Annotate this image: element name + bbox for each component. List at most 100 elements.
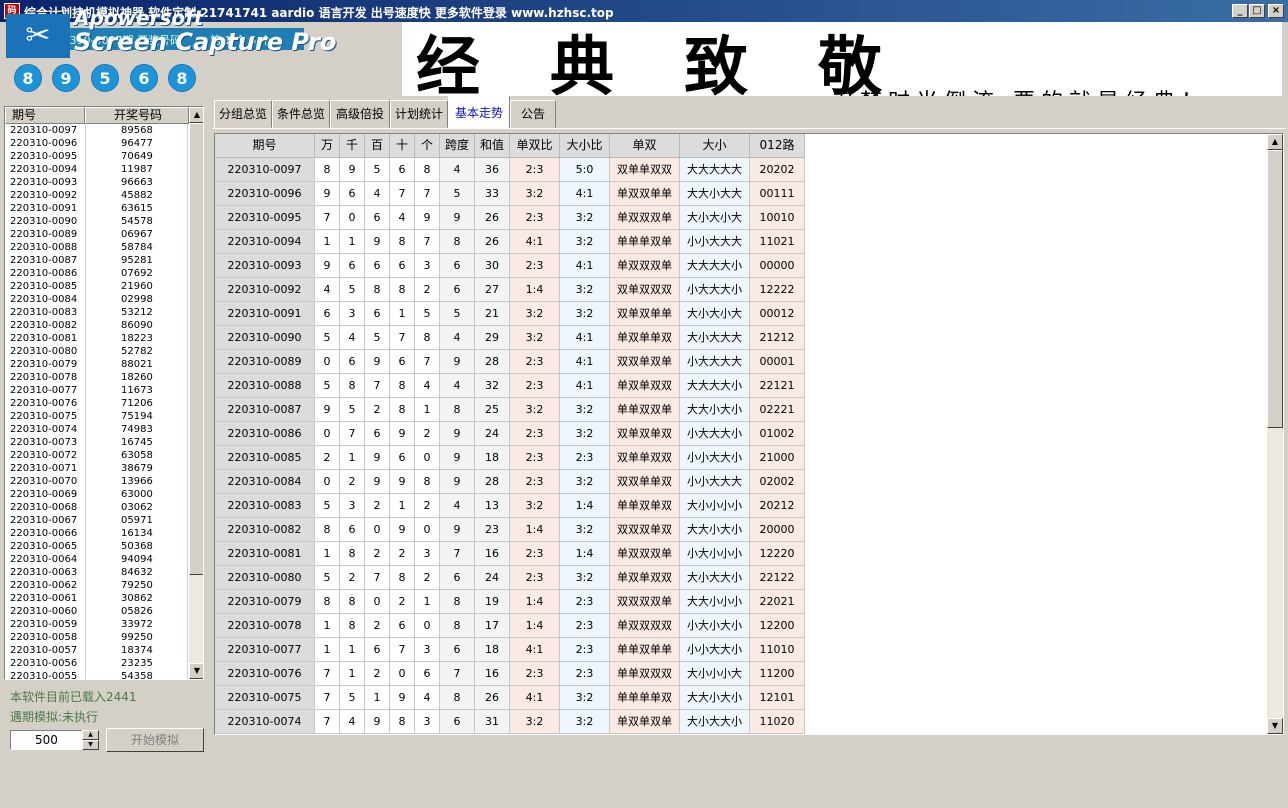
list-item[interactable]: 220310-0060 05826 xyxy=(5,605,189,618)
list-item[interactable]: 220310-0058 99250 xyxy=(5,631,189,644)
scroll-thumb[interactable] xyxy=(189,123,203,575)
column-header-shi[interactable]: 十 xyxy=(390,134,415,158)
list-item[interactable]: 220310-0071 38679 xyxy=(5,462,189,475)
column-header-period[interactable]: 期号 xyxy=(5,107,85,124)
list-item[interactable]: 220310-0061 30862 xyxy=(5,592,189,605)
list-item[interactable]: 220310-0088 58784 xyxy=(5,241,189,254)
list-item[interactable]: 220310-0064 94094 xyxy=(5,553,189,566)
table-row[interactable]: 220310-0090 5 4 5 7 8 4 29 3:2 4:1 单双单单双 大小大大大 21212 xyxy=(215,326,1267,350)
column-header-odd-even[interactable]: 单双 xyxy=(610,134,680,158)
tab-plan-stats[interactable]: 计划统计 xyxy=(390,100,448,128)
table-row[interactable]: 220310-0097 8 9 5 6 8 4 36 2:3 5:0 双单单双双 大大大大大 20202 xyxy=(215,158,1267,182)
table-row[interactable]: 220310-0089 0 6 9 6 7 9 28 2:3 4:1 双双单双单 小大大大大 00001 xyxy=(215,350,1267,374)
list-item[interactable]: 220310-0072 63058 xyxy=(5,449,189,462)
column-header-bai[interactable]: 百 xyxy=(365,134,390,158)
table-row[interactable]: 220310-0084 0 2 9 9 8 9 28 2:3 3:2 双双单单双 小小大大大 02002 xyxy=(215,470,1267,494)
list-item[interactable]: 220310-0096 96477 xyxy=(5,137,189,150)
column-header-span[interactable]: 跨度 xyxy=(440,134,475,158)
minimize-button[interactable]: _ xyxy=(1232,4,1248,18)
table-row[interactable]: 220310-0082 8 6 0 9 0 9 23 1:4 3:2 双双双单双 大大小大小 20000 xyxy=(215,518,1267,542)
table-row[interactable]: 220310-0086 0 7 6 9 2 9 24 2:3 3:2 双单双单双 小大大大小 01002 xyxy=(215,422,1267,446)
column-header-sum[interactable]: 和值 xyxy=(475,134,510,158)
list-item[interactable]: 220310-0079 88021 xyxy=(5,358,189,371)
table-row[interactable]: 220310-0094 1 1 9 8 7 8 26 4:1 3:2 单单单双单 小小大大大 11021 xyxy=(215,230,1267,254)
table-row[interactable]: 220310-0079 8 8 0 2 1 8 19 1:4 2:3 双双双双单 大大小小小 22021 xyxy=(215,590,1267,614)
list-item[interactable]: 220310-0092 45882 xyxy=(5,189,189,202)
list-item[interactable]: 220310-0094 11987 xyxy=(5,163,189,176)
list-item[interactable]: 220310-0090 54578 xyxy=(5,215,189,228)
table-row[interactable]: 220310-0092 4 5 8 8 2 6 27 1:4 3:2 双单双双双 小大大大小 12222 xyxy=(215,278,1267,302)
list-item[interactable]: 220310-0086 07692 xyxy=(5,267,189,280)
list-item[interactable]: 220310-0067 05971 xyxy=(5,514,189,527)
table-row[interactable]: 220310-0093 9 6 6 6 3 6 30 2:3 4:1 单双双双单 大大大大小 00000 xyxy=(215,254,1267,278)
period-count-input[interactable]: 500 xyxy=(10,730,82,750)
list-item[interactable]: 220310-0073 16745 xyxy=(5,436,189,449)
list-item[interactable]: 220310-0089 06967 xyxy=(5,228,189,241)
list-item[interactable]: 220310-0056 23235 xyxy=(5,657,189,670)
table-row[interactable]: 220310-0088 5 8 7 8 4 4 32 2:3 4:1 单双单双双 大大大大小 22121 xyxy=(215,374,1267,398)
close-button[interactable]: × xyxy=(1268,4,1284,18)
column-header-big-small[interactable]: 大小 xyxy=(680,134,750,158)
list-item[interactable]: 220310-0091 63615 xyxy=(5,202,189,215)
trend-grid[interactable]: 期号万千百十个跨度 和值 单双比 大小比 单双 大小 012路 220310-0097 8 9 5… xyxy=(214,133,1284,735)
stepper-up-button[interactable]: ▲ xyxy=(82,730,99,740)
list-item[interactable]: 220310-0080 52782 xyxy=(5,345,189,358)
scroll-down-button[interactable]: ▼ xyxy=(189,663,203,679)
list-item[interactable]: 220310-0063 84632 xyxy=(5,566,189,579)
scroll-thumb[interactable] xyxy=(1267,150,1283,428)
list-item[interactable]: 220310-0065 50368 xyxy=(5,540,189,553)
list-item[interactable]: 220310-0082 86090 xyxy=(5,319,189,332)
scroll-down-button[interactable]: ▼ xyxy=(1267,718,1283,734)
list-item[interactable]: 220310-0077 11673 xyxy=(5,384,189,397)
scroll-up-button[interactable]: ▲ xyxy=(189,107,203,123)
table-row[interactable]: 220310-0075 7 5 1 9 4 8 26 4:1 3:2 单单单单双 大大小大小 12101 xyxy=(215,686,1267,710)
table-row[interactable]: 220310-0085 2 1 9 6 0 9 18 2:3 2:3 双单单双双 小小大大小 21000 xyxy=(215,446,1267,470)
history-list[interactable]: 期号 开奖号码 220310-0097 89568 220310-0096 96477… xyxy=(4,106,204,680)
tab-basic-trend[interactable]: 基本走势 xyxy=(448,96,510,128)
column-header-route-012[interactable]: 012路 xyxy=(750,134,805,158)
table-row[interactable]: 220310-0077 1 1 6 7 3 6 18 4:1 2:3 单单双单单 小小大大小 11010 xyxy=(215,638,1267,662)
table-row[interactable]: 220310-0091 6 3 6 1 5 5 21 3:2 3:2 双单双单单 大小大小大 00012 xyxy=(215,302,1267,326)
table-row[interactable]: 220310-0087 9 5 2 8 1 8 25 3:2 3:2 单单双双单 大大小大小 02221 xyxy=(215,398,1267,422)
table-row[interactable]: 220310-0078 1 8 2 6 0 8 17 1:4 2:3 单双双双双 小大小大小 12200 xyxy=(215,614,1267,638)
start-simulation-button[interactable]: 开始模拟 xyxy=(106,728,204,752)
trend-scrollbar[interactable]: ▲ ▼ xyxy=(1267,134,1283,734)
table-row[interactable]: 220310-0076 7 1 2 0 6 7 16 2:3 2:3 单单双双双 大小小小大 11200 xyxy=(215,662,1267,686)
list-item[interactable]: 220310-0059 33972 xyxy=(5,618,189,631)
list-item[interactable]: 220310-0062 79250 xyxy=(5,579,189,592)
period-count-stepper[interactable]: ▲ ▼ xyxy=(82,730,99,750)
list-item[interactable]: 220310-0085 21960 xyxy=(5,280,189,293)
table-row[interactable]: 220310-0096 9 6 4 7 7 5 33 3:2 4:1 单双双单单 大大小大大 00111 xyxy=(215,182,1267,206)
list-item[interactable]: 220310-0078 18260 xyxy=(5,371,189,384)
column-header-wan[interactable]: 万 xyxy=(315,134,340,158)
tab-condition-overview[interactable]: 条件总览 xyxy=(272,100,330,128)
table-row[interactable]: 220310-0095 7 0 6 4 9 9 26 2:3 3:2 单双双双单 大小大小大 10010 xyxy=(215,206,1267,230)
list-item[interactable]: 220310-0087 95281 xyxy=(5,254,189,267)
maximize-button[interactable]: □ xyxy=(1249,4,1265,18)
list-item[interactable]: 220310-0057 18374 xyxy=(5,644,189,657)
column-header-period[interactable]: 期号 xyxy=(215,134,315,158)
list-item[interactable]: 220310-0076 71206 xyxy=(5,397,189,410)
list-item[interactable]: 220310-0074 74983 xyxy=(5,423,189,436)
list-item[interactable]: 220310-0081 18223 xyxy=(5,332,189,345)
list-item[interactable]: 220310-0093 96663 xyxy=(5,176,189,189)
list-item[interactable]: 220310-0075 75194 xyxy=(5,410,189,423)
list-item[interactable]: 220310-0069 63000 xyxy=(5,488,189,501)
list-item[interactable]: 220310-0066 16134 xyxy=(5,527,189,540)
tab-group-overview[interactable]: 分组总览 xyxy=(214,100,272,128)
column-header-odd-even-ratio[interactable]: 单双比 xyxy=(510,134,560,158)
column-header-ge[interactable]: 个 xyxy=(415,134,440,158)
stepper-down-button[interactable]: ▼ xyxy=(82,740,99,750)
table-row[interactable]: 220310-0081 1 8 2 2 3 7 16 2:3 1:4 单双双双单 小大小小小 12220 xyxy=(215,542,1267,566)
column-header-big-small-ratio[interactable]: 大小比 xyxy=(560,134,610,158)
scroll-up-button[interactable]: ▲ xyxy=(1267,134,1283,150)
list-item[interactable]: 220310-0097 89568 xyxy=(5,124,189,137)
column-header-qian[interactable]: 千 xyxy=(340,134,365,158)
list-item[interactable]: 220310-0070 13966 xyxy=(5,475,189,488)
table-row[interactable]: 220310-0083 5 3 2 1 2 4 13 3:2 1:4 单单双单双 大小小小小 20212 xyxy=(215,494,1267,518)
list-item[interactable]: 220310-0068 03062 xyxy=(5,501,189,514)
tab-announcement[interactable]: 公告 xyxy=(510,100,556,128)
list-item[interactable]: 220310-0095 70649 xyxy=(5,150,189,163)
list-item[interactable]: 220310-0055 54358 xyxy=(5,670,189,679)
history-scrollbar[interactable]: ▲ ▼ xyxy=(189,107,203,679)
